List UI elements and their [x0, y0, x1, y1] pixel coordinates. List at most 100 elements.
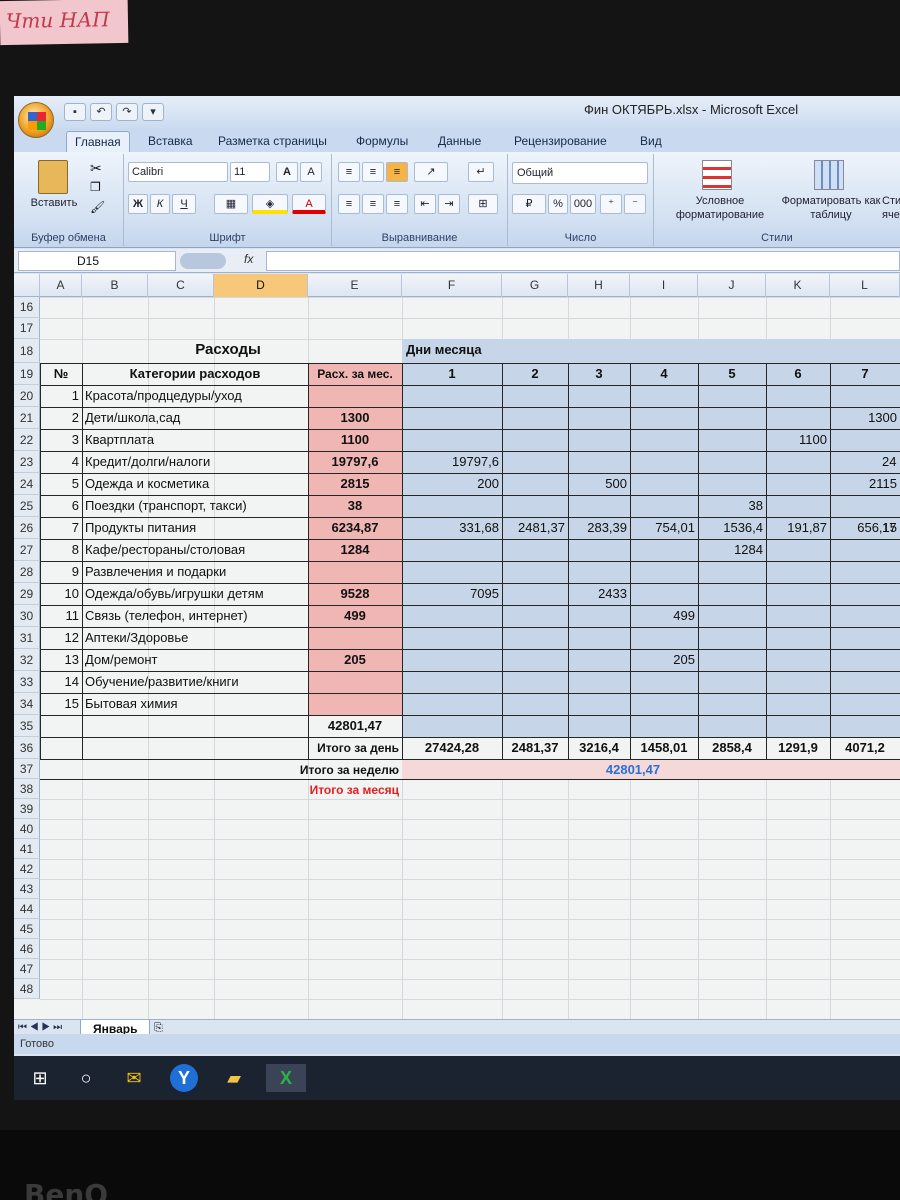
font-color-button[interactable]: A — [292, 194, 326, 214]
row-header[interactable]: 30 — [14, 605, 40, 627]
merge-center-icon[interactable]: ⊞ — [468, 194, 498, 214]
conditional-formatting-icon[interactable] — [702, 160, 732, 190]
align-right-icon[interactable]: ≡ — [386, 194, 408, 214]
row-header[interactable]: 42 — [14, 859, 40, 879]
font-name-select[interactable]: Calibri — [128, 162, 228, 182]
column-header-d[interactable]: D — [214, 274, 308, 297]
fill-color-icon[interactable]: ◈ — [252, 194, 288, 214]
paste-button[interactable]: Вставить — [24, 196, 84, 210]
decrease-indent-icon[interactable]: ⇤ — [414, 194, 436, 214]
column-header-f[interactable]: F — [402, 274, 502, 297]
tab-formulas[interactable]: Формулы — [356, 131, 408, 152]
column-header-i[interactable]: I — [630, 274, 698, 297]
tab-review[interactable]: Рецензирование — [514, 131, 607, 152]
italic-button[interactable]: К — [150, 194, 170, 214]
sheet-nav-arrows-icon[interactable]: ⏮ ◀ ▶ ⏭ — [18, 1022, 62, 1033]
row-header[interactable]: 29 — [14, 583, 40, 605]
row-header[interactable]: 28 — [14, 561, 40, 583]
increase-indent-icon[interactable]: ⇥ — [438, 194, 460, 214]
mail-icon[interactable]: ✉ — [120, 1064, 148, 1092]
windows-start-icon[interactable]: ⊞ — [26, 1064, 54, 1092]
row-header[interactable]: 19 — [14, 363, 40, 385]
percent-button[interactable]: % — [548, 194, 568, 214]
row-header[interactable]: 23 — [14, 451, 40, 473]
align-top-icon[interactable]: ≡ — [338, 162, 360, 182]
format-as-table-button[interactable]: Форматировать как таблицу — [778, 194, 884, 222]
column-header-b[interactable]: B — [82, 274, 148, 297]
format-as-table-icon[interactable] — [814, 160, 844, 190]
insert-function-button[interactable]: fx — [244, 252, 253, 266]
row-header[interactable]: 20 — [14, 385, 40, 407]
column-header-g[interactable]: G — [502, 274, 568, 297]
row-header[interactable]: 46 — [14, 939, 40, 959]
row-header[interactable]: 34 — [14, 693, 40, 715]
redo-icon[interactable]: ↷ — [116, 103, 138, 121]
row-header[interactable]: 18 — [14, 339, 40, 363]
excel-taskbar-icon[interactable]: X — [266, 1064, 306, 1092]
row-header[interactable]: 37 — [14, 759, 40, 779]
row-header[interactable]: 45 — [14, 919, 40, 939]
tab-data[interactable]: Данные — [438, 131, 481, 152]
row-header[interactable]: 26 — [14, 517, 40, 539]
paste-icon[interactable] — [38, 160, 68, 194]
tab-view[interactable]: Вид — [640, 131, 662, 152]
undo-icon[interactable]: ↶ — [90, 103, 112, 121]
spreadsheet-grid[interactable]: 16 17 18 19 20 21 22 23 24 25 26 27 28 29 30 31 32 33 34 35… — [14, 297, 900, 1019]
tab-home[interactable]: Главная — [66, 131, 130, 152]
grow-font-button[interactable]: A — [276, 162, 298, 182]
search-icon[interactable]: ○ — [72, 1064, 100, 1092]
name-box[interactable]: D15 — [18, 251, 176, 271]
yandex-browser-icon[interactable]: Y — [170, 1064, 198, 1092]
decrease-decimal-icon[interactable]: ⁻ — [624, 194, 646, 214]
column-header-e[interactable]: E — [308, 274, 402, 297]
customize-qat-icon[interactable]: ▾ — [142, 103, 164, 121]
select-all-corner[interactable] — [14, 274, 40, 297]
row-header[interactable]: 39 — [14, 799, 40, 819]
file-explorer-icon[interactable]: ▰ — [220, 1064, 248, 1092]
row-header[interactable]: 36 — [14, 737, 40, 759]
column-header-a[interactable]: A — [40, 274, 82, 297]
row-header[interactable]: 47 — [14, 959, 40, 979]
save-icon[interactable]: ▪ — [64, 103, 86, 121]
format-painter-icon[interactable]: 🖌 — [90, 200, 105, 214]
font-size-select[interactable]: 11 — [230, 162, 270, 182]
shrink-font-button[interactable]: A — [300, 162, 322, 182]
copy-icon[interactable]: ❐ — [90, 180, 101, 194]
row-header[interactable]: 41 — [14, 839, 40, 859]
office-button[interactable] — [18, 102, 54, 138]
align-bottom-icon[interactable]: ≡ — [386, 162, 408, 182]
row-header[interactable]: 16 — [14, 297, 40, 318]
column-header-j[interactable]: J — [698, 274, 766, 297]
increase-decimal-icon[interactable]: ⁺ — [600, 194, 622, 214]
borders-icon[interactable]: ▦ — [214, 194, 248, 214]
cell-styles-button[interactable]: Сти ячее — [882, 194, 900, 222]
row-header[interactable]: 21 — [14, 407, 40, 429]
conditional-formatting-button[interactable]: Условное форматирование — [658, 194, 782, 222]
row-header[interactable]: 44 — [14, 899, 40, 919]
bold-button[interactable]: Ж — [128, 194, 148, 214]
wrap-text-icon[interactable]: ↵ — [468, 162, 494, 182]
formula-input[interactable] — [266, 251, 900, 271]
row-header[interactable]: 25 — [14, 495, 40, 517]
number-format-select[interactable]: Общий — [512, 162, 648, 184]
column-header-l[interactable]: L — [830, 274, 900, 297]
column-header-k[interactable]: K — [766, 274, 830, 297]
row-header[interactable]: 38 — [14, 779, 40, 799]
tab-insert[interactable]: Вставка — [148, 131, 193, 152]
row-header[interactable]: 27 — [14, 539, 40, 561]
row-header[interactable]: 33 — [14, 671, 40, 693]
row-header[interactable]: 48 — [14, 979, 40, 999]
align-left-icon[interactable]: ≡ — [338, 194, 360, 214]
row-header[interactable]: 43 — [14, 879, 40, 899]
row-header[interactable]: 35 — [14, 715, 40, 737]
row-header[interactable]: 32 — [14, 649, 40, 671]
row-header[interactable]: 22 — [14, 429, 40, 451]
currency-icon[interactable]: ₽ — [512, 194, 546, 214]
orientation-icon[interactable]: ↗ — [414, 162, 448, 182]
align-center-icon[interactable]: ≡ — [362, 194, 384, 214]
tab-page-layout[interactable]: Разметка страницы — [218, 131, 327, 152]
thousands-button[interactable]: 000 — [570, 194, 596, 214]
column-header-h[interactable]: H — [568, 274, 630, 297]
row-header[interactable]: 40 — [14, 819, 40, 839]
name-box-resize-handle[interactable] — [180, 253, 226, 269]
